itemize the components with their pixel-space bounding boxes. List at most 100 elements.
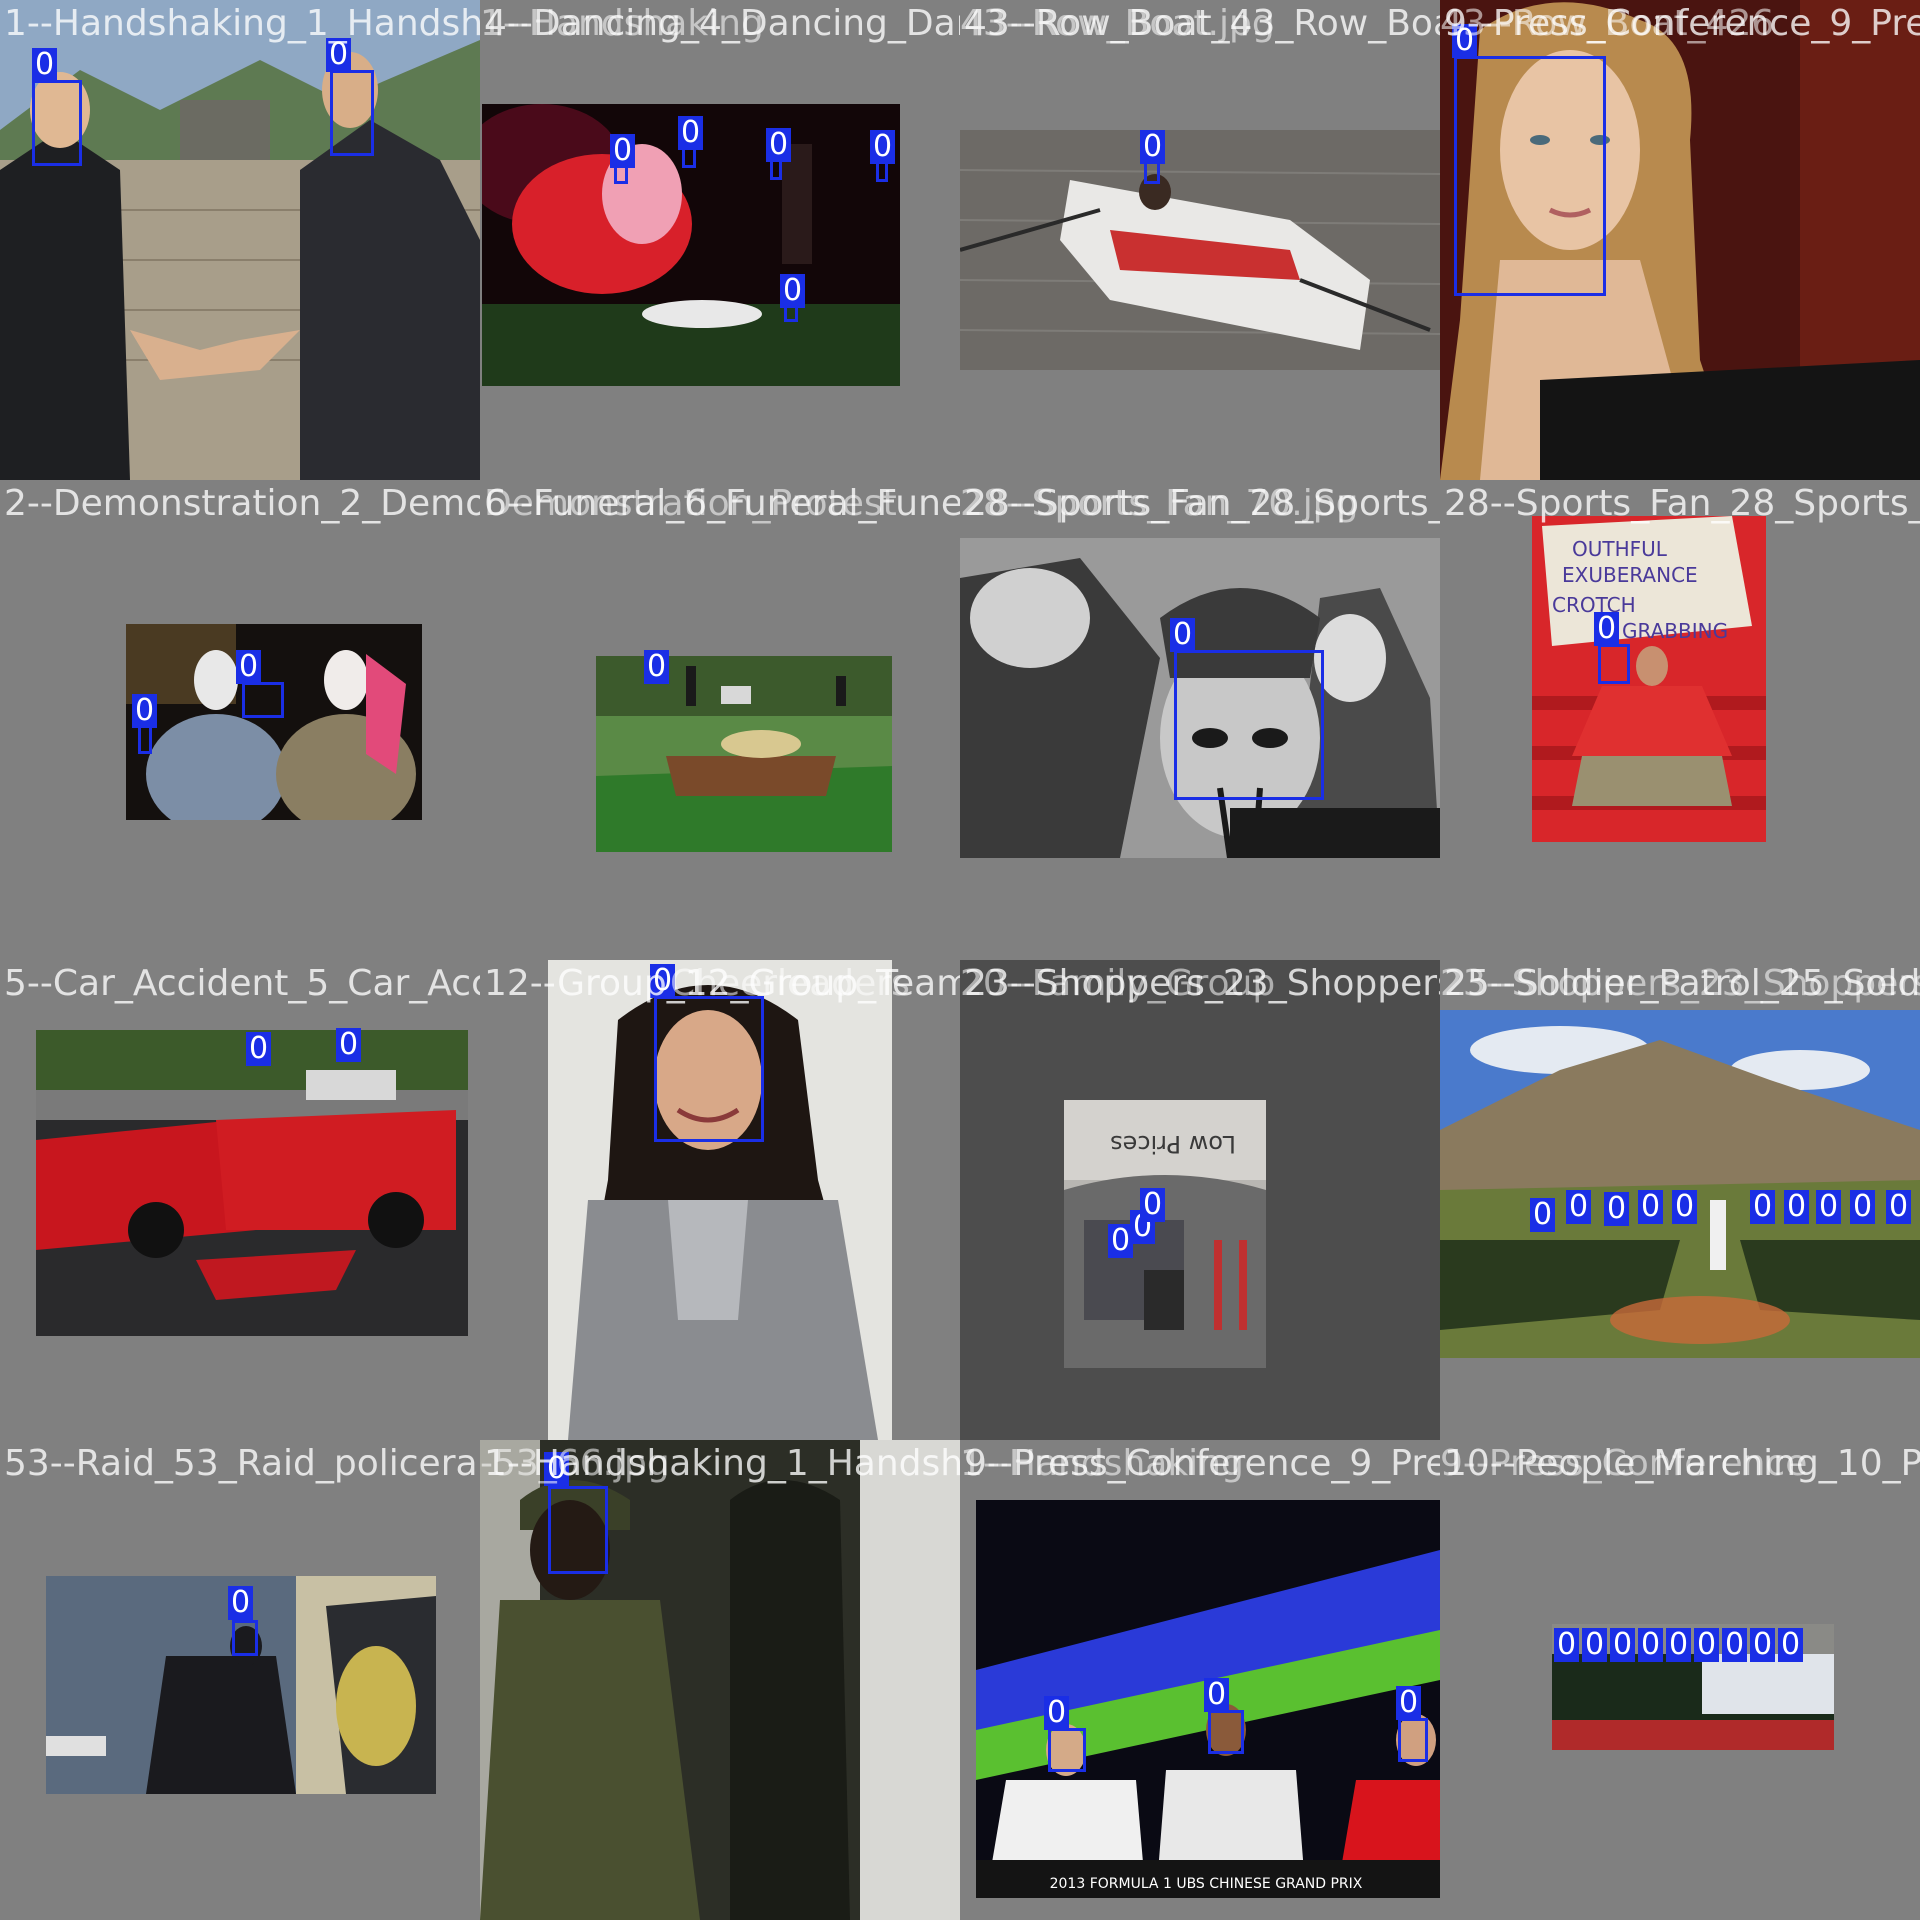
tile-funeral: 0 6--Funeral_6_Funeral_Funeral Demonstra… (480, 480, 960, 960)
banner-text: 2013 FORMULA 1 UBS CHINESE GRAND PRIX (1050, 1876, 1363, 1892)
box-label: 0 (336, 1028, 362, 1062)
face-box (1454, 56, 1606, 296)
face-box (32, 80, 82, 166)
tile-sports-fan: 0 28--Sports_Fan_28_Sports_Fan 28--Sport… (960, 480, 1440, 960)
box-label: 0 (766, 128, 792, 162)
tile-soldier-portrait: 0 1--Handshaking_1_Handshaking -53_66.jp… (480, 1440, 960, 1920)
tile-caption: 28--Sports_Fan_28_Sports_Fan (964, 483, 1440, 524)
face-box (242, 682, 284, 718)
box-label: 0 (246, 1032, 272, 1066)
box-label: 0 (1784, 1190, 1810, 1224)
face-box (1174, 650, 1324, 800)
box-label: 0 (1582, 1628, 1608, 1662)
face-box (1398, 1718, 1428, 1762)
tile-woman-portrait: 0 12--Group_12_Group_Team Cheerleaders (480, 960, 960, 1440)
tile-caption: 2--Demonstration_2_Demonstration (4, 483, 480, 524)
face-box (548, 1486, 608, 1574)
photo: OUTHFUL EXUBERANCE CROTCH GRABBING (1532, 516, 1766, 842)
box-label: 0 (1566, 1190, 1592, 1224)
tile-row-boat: 0 43--Row_Boat_43_Row_Boat 43--Row_Boat.… (960, 0, 1440, 480)
box-label: 0 (236, 650, 262, 684)
box-label: 0 (644, 650, 670, 684)
sign-text: EXUBERANCE (1562, 563, 1698, 587)
tile-soldiers: 0 0 0 0 0 0 0 0 0 0 25--Soldier_Patrol_2… (1440, 960, 1920, 1440)
box-label: 0 (1610, 1628, 1636, 1662)
box-label: 0 (1638, 1190, 1664, 1224)
tile-caption: 9--Press_Conference_9_Press (964, 1443, 1440, 1484)
tile-dancing: 0 0 0 0 0 4--Dancing_4_Dancing_Dancing 1… (480, 0, 960, 480)
box-label: 0 (1204, 1678, 1230, 1712)
photo (1440, 1010, 1920, 1358)
tile-caption: 23--Shoppers_23_Shoppers (964, 963, 1440, 1004)
tile-caption: 43--Row_Boat_43_Row_Boat (964, 3, 1440, 44)
tile-caption: 53--Raid_53_Raid_policeraid (4, 1443, 480, 1484)
box-label: 0 (678, 116, 704, 150)
face-box (138, 724, 152, 754)
face-box (654, 996, 764, 1142)
tile-caption: 10--People_Marching_10_P (1444, 1443, 1920, 1484)
tile-caption: 25--Soldier_Patrol_25_Soldi (1444, 963, 1920, 1004)
tile-sports-fan-sign: OUTHFUL EXUBERANCE CROTCH GRABBING 0 28-… (1440, 480, 1920, 960)
box-label: 0 (1140, 1188, 1166, 1222)
box-label: 0 (1396, 1686, 1422, 1720)
box-label: 0 (650, 964, 676, 998)
tile-demonstration: 0 0 2--Demonstration_2_Demonstration (0, 480, 480, 960)
box-label: 0 (1044, 1696, 1070, 1730)
box-label: 0 (1594, 612, 1620, 646)
box-label: 0 (1750, 1628, 1776, 1662)
box-label: 0 (610, 134, 636, 168)
box-label: 0 (228, 1586, 254, 1620)
box-label: 0 (1750, 1190, 1776, 1224)
box-label: 0 (1694, 1628, 1720, 1662)
tile-caption-overlap: Demonstration_Protest (484, 483, 897, 524)
tile-caption: 5--Car_Accident_5_Car_Accident (4, 963, 480, 1004)
box-label: 0 (32, 48, 58, 82)
box-label: 0 (1666, 1628, 1692, 1662)
box-label: 0 (1778, 1628, 1804, 1662)
tile-caption-overlap: 43--Row_Boat.jpg (960, 3, 1275, 44)
tile-shoppers: Low Prices 0 0 0 23--Shoppers_23_Shopper… (960, 960, 1440, 1440)
photo (960, 130, 1440, 370)
photo (596, 656, 892, 852)
face-box (1048, 1728, 1086, 1772)
box-label: 0 (1638, 1628, 1664, 1662)
photo (126, 624, 422, 820)
face-box (232, 1620, 258, 1656)
photo: Low Prices (1064, 1100, 1266, 1368)
tile-raid: 0 53--Raid_53_Raid_policeraid (0, 1440, 480, 1920)
box-label: 0 (1850, 1190, 1876, 1224)
store-sign: Low Prices (1110, 1130, 1236, 1158)
box-label: 0 (544, 1452, 570, 1486)
box-label: 0 (1554, 1628, 1580, 1662)
box-label: 0 (326, 38, 352, 72)
box-label: 0 (1140, 130, 1166, 164)
box-label: 0 (1170, 618, 1196, 652)
photo (36, 1030, 468, 1336)
box-label: 0 (780, 274, 806, 308)
tile-caption-overlap: 1--Handshaking (480, 3, 764, 44)
tile-portrait: 0 9--Press_Conference_9_Pre 43--Row_Boat… (1440, 0, 1920, 480)
tile-handshaking: 0 0 1--Handshaking_1_Handshaking (0, 0, 480, 480)
box-label: 0 (1816, 1190, 1842, 1224)
tile-caption-overlap: 1--Handshaking (960, 1443, 1244, 1484)
box-label: 0 (1722, 1628, 1748, 1662)
sign-text: GRABBING (1622, 619, 1728, 643)
sign-text: OUTHFUL (1572, 537, 1668, 561)
tile-caption-overlap: 9--Press_Conference (1440, 1443, 1808, 1484)
tile-caption-overlap: 23--Shoppers_23_Shoppers_125 (1440, 963, 1920, 1004)
face-box (1598, 644, 1630, 684)
tile-press-conference: 2013 FORMULA 1 UBS CHINESE GRAND PRIX 0 … (960, 1440, 1440, 1920)
box-label: 0 (132, 694, 158, 728)
face-box (1208, 1710, 1244, 1754)
box-label: 0 (1672, 1190, 1698, 1224)
box-label: 0 (870, 130, 896, 164)
tile-caption-overlap: 28--Sports_Fan_70.jpg (960, 483, 1359, 524)
tile-caption: 6--Funeral_6_Funeral_Funeral (484, 483, 960, 524)
tile-car-accident: 0 0 5--Car_Accident_5_Car_Accident (0, 960, 480, 1440)
box-label: 0 (1530, 1198, 1556, 1232)
tile-people-marching: 0 0 0 0 0 0 0 0 0 10--People_Marching_10… (1440, 1440, 1920, 1920)
tile-caption-overlap: 20--Family_Group (960, 963, 1276, 1004)
box-label: 0 (1452, 24, 1478, 58)
face-box (330, 70, 374, 156)
image-mosaic: 0 0 1--Handshaking_1_Handshaking 0 0 0 0… (0, 0, 1920, 1920)
